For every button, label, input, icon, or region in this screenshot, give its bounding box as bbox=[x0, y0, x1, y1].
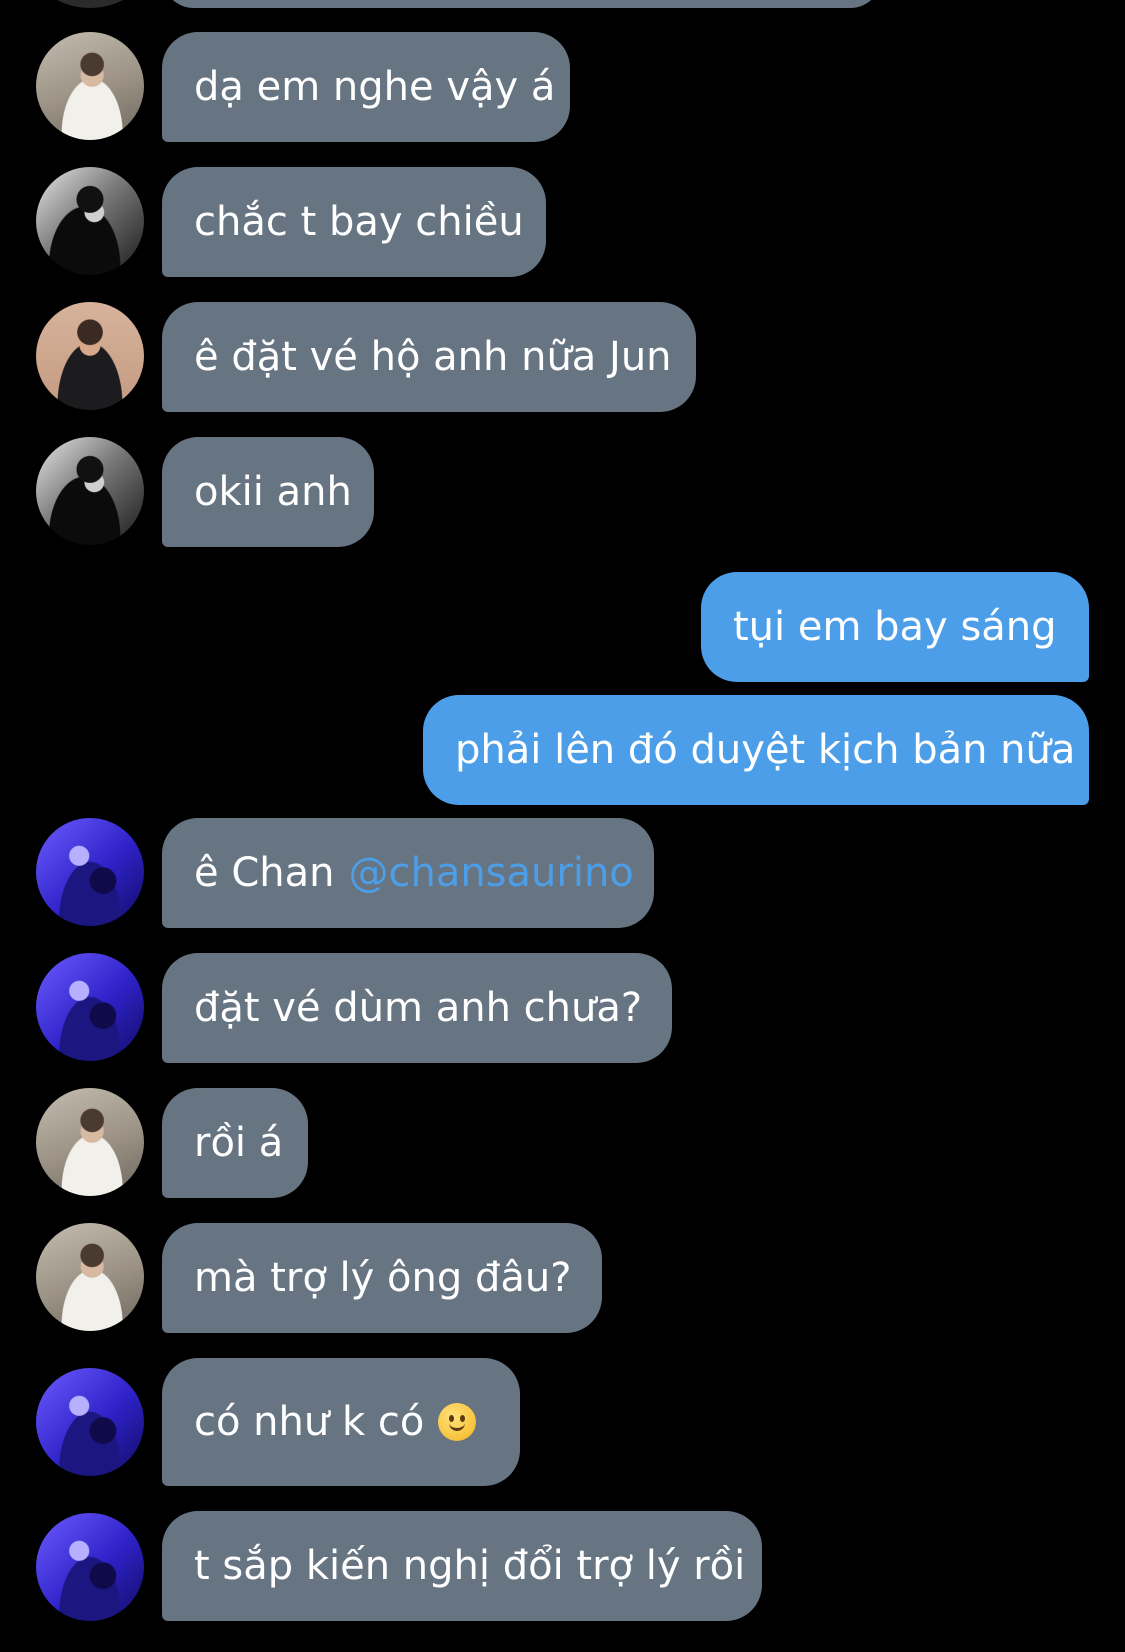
avatar[interactable] bbox=[36, 953, 144, 1061]
message-bubble[interactable]: đặt vé dùm anh chưa? bbox=[162, 953, 672, 1063]
message-text: tụi em bay sáng bbox=[733, 604, 1057, 650]
slightly-smiling-face-icon bbox=[438, 1403, 477, 1441]
message-bubble[interactable]: t sắp kiến nghị đổi trợ lý rồi bbox=[162, 1511, 762, 1621]
avatar[interactable] bbox=[36, 32, 144, 140]
avatar[interactable] bbox=[36, 818, 144, 926]
message-bubble-outgoing[interactable]: tụi em bay sáng bbox=[701, 572, 1089, 682]
avatar[interactable] bbox=[36, 437, 144, 545]
message-text: chắc t bay chiều bbox=[194, 199, 524, 245]
avatar[interactable] bbox=[36, 167, 144, 275]
avatar[interactable] bbox=[36, 1513, 144, 1621]
message-bubble[interactable]: ê Chan @chansaurino bbox=[162, 818, 654, 928]
user-mention-link[interactable]: @chansaurino bbox=[348, 850, 633, 896]
message-bubble[interactable]: okii anh bbox=[162, 437, 374, 547]
message-bubble-outgoing[interactable]: phải lên đó duyệt kịch bản nữa bbox=[423, 695, 1089, 805]
message-bubble[interactable]: dạ em nghe vậy á bbox=[162, 32, 570, 142]
message-text: okii anh bbox=[194, 469, 352, 515]
message-bubble-partial[interactable] bbox=[162, 0, 882, 8]
message-bubble[interactable]: chắc t bay chiều bbox=[162, 167, 546, 277]
avatar[interactable] bbox=[36, 1368, 144, 1476]
avatar[interactable] bbox=[36, 1088, 144, 1196]
avatar[interactable] bbox=[36, 1223, 144, 1331]
message-text: đặt vé dùm anh chưa? bbox=[194, 985, 643, 1031]
message-text: ê Chan bbox=[194, 850, 335, 896]
message-text: rồi á bbox=[194, 1120, 284, 1166]
message-text: t sắp kiến nghị đổi trợ lý rồi bbox=[194, 1543, 746, 1589]
message-bubble[interactable]: có như k có bbox=[162, 1358, 520, 1486]
message-text: mà trợ lý ông đâu? bbox=[194, 1255, 572, 1301]
message-text: phải lên đó duyệt kịch bản nữa bbox=[455, 727, 1076, 773]
message-bubble[interactable]: mà trợ lý ông đâu? bbox=[162, 1223, 602, 1333]
message-text: dạ em nghe vậy á bbox=[194, 64, 556, 110]
chat-thread: dạ em nghe vậy á chắc t bay chiều ê đặt … bbox=[0, 0, 1125, 1652]
message-text: có như k có bbox=[194, 1399, 425, 1445]
avatar[interactable] bbox=[36, 0, 144, 8]
avatar[interactable] bbox=[36, 302, 144, 410]
message-bubble[interactable]: ê đặt vé hộ anh nữa Jun bbox=[162, 302, 696, 412]
message-bubble[interactable]: rồi á bbox=[162, 1088, 308, 1198]
message-text: ê đặt vé hộ anh nữa Jun bbox=[194, 334, 672, 380]
